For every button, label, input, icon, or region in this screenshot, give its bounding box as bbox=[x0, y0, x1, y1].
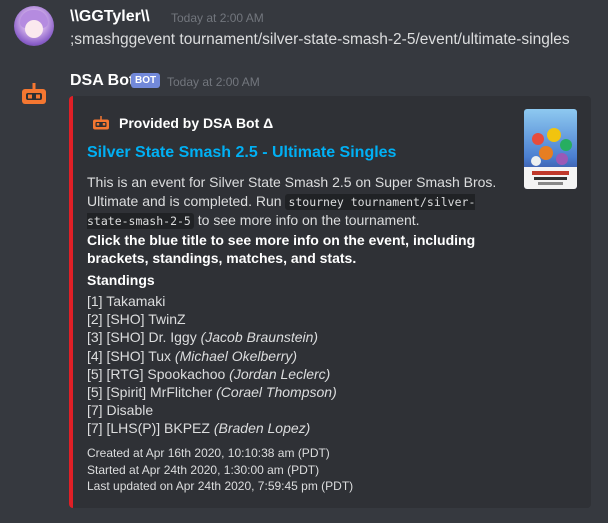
description-bold: Click the blue title to see more info on… bbox=[87, 231, 476, 267]
message-content: ;smashggevent tournament/silver-state-sm… bbox=[70, 31, 570, 48]
started-timestamp: Started at Apr 24th 2020, 1:30:00 am (PD… bbox=[87, 462, 320, 477]
message-user: \\GGTyler\\ Today at 2:00 AM ;smashggeve… bbox=[0, 0, 608, 60]
standing-row: [7] Disable bbox=[87, 402, 154, 419]
standing-row: [2] [SHO] TwinZ bbox=[87, 311, 186, 328]
robot-icon bbox=[22, 83, 46, 104]
bot-timestamp: Today at 2:00 AM bbox=[167, 75, 260, 89]
standing-row: [3] [SHO] Dr. Iggy (Jacob Braunstein) bbox=[87, 329, 319, 346]
bot-username[interactable]: DSA Bot bbox=[70, 72, 134, 90]
embed-thumbnail[interactable] bbox=[524, 109, 577, 189]
bot-avatar[interactable] bbox=[14, 74, 54, 114]
standing-row: [5] [RTG] Spookachoo (Jordan Leclerc) bbox=[87, 365, 331, 382]
user-avatar[interactable] bbox=[14, 6, 54, 46]
standings-list: [1] Takamaki [2] [SHO] TwinZ [3] [SHO] D… bbox=[87, 292, 337, 438]
created-timestamp: Created at Apr 16th 2020, 10:10:38 am (P… bbox=[87, 446, 330, 460]
embed-description: This is an event for Silver State Smash … bbox=[87, 173, 497, 268]
bot-badge: BOT bbox=[131, 73, 161, 88]
standing-row: [4] [SHO] Tux (Michael Okelberry) bbox=[87, 347, 298, 364]
standing-row: [5] [Spirit] MrFlitcher (Corael Thompson… bbox=[87, 384, 337, 401]
updated-timestamp: Last updated on Apr 24th 2020, 7:59:45 p… bbox=[87, 479, 354, 493]
standings-title: Standings bbox=[87, 272, 155, 288]
message-username[interactable]: \\GGTyler\\ bbox=[70, 8, 150, 26]
embed-author-name: Provided by DSA Bot Δ bbox=[119, 115, 274, 131]
standing-row: [1] Takamaki bbox=[87, 293, 166, 309]
description-text: to see more info on the tournament. bbox=[193, 212, 420, 228]
embed-title-link[interactable]: Silver State Smash 2.5 - Ultimate Single… bbox=[87, 144, 396, 162]
embed-author: Provided by DSA Bot Δ bbox=[91, 113, 273, 133]
robot-icon bbox=[93, 116, 109, 130]
message-timestamp: Today at 2:00 AM bbox=[171, 11, 264, 25]
game-cover-image bbox=[524, 109, 577, 189]
embed-footer: Created at Apr 16th 2020, 10:10:38 am (P… bbox=[87, 445, 353, 495]
standing-row: [7] [LHS(P)] BKPEZ (Braden Lopez) bbox=[87, 420, 311, 437]
embed: Provided by DSA Bot Δ Silver State Smash… bbox=[69, 96, 591, 508]
